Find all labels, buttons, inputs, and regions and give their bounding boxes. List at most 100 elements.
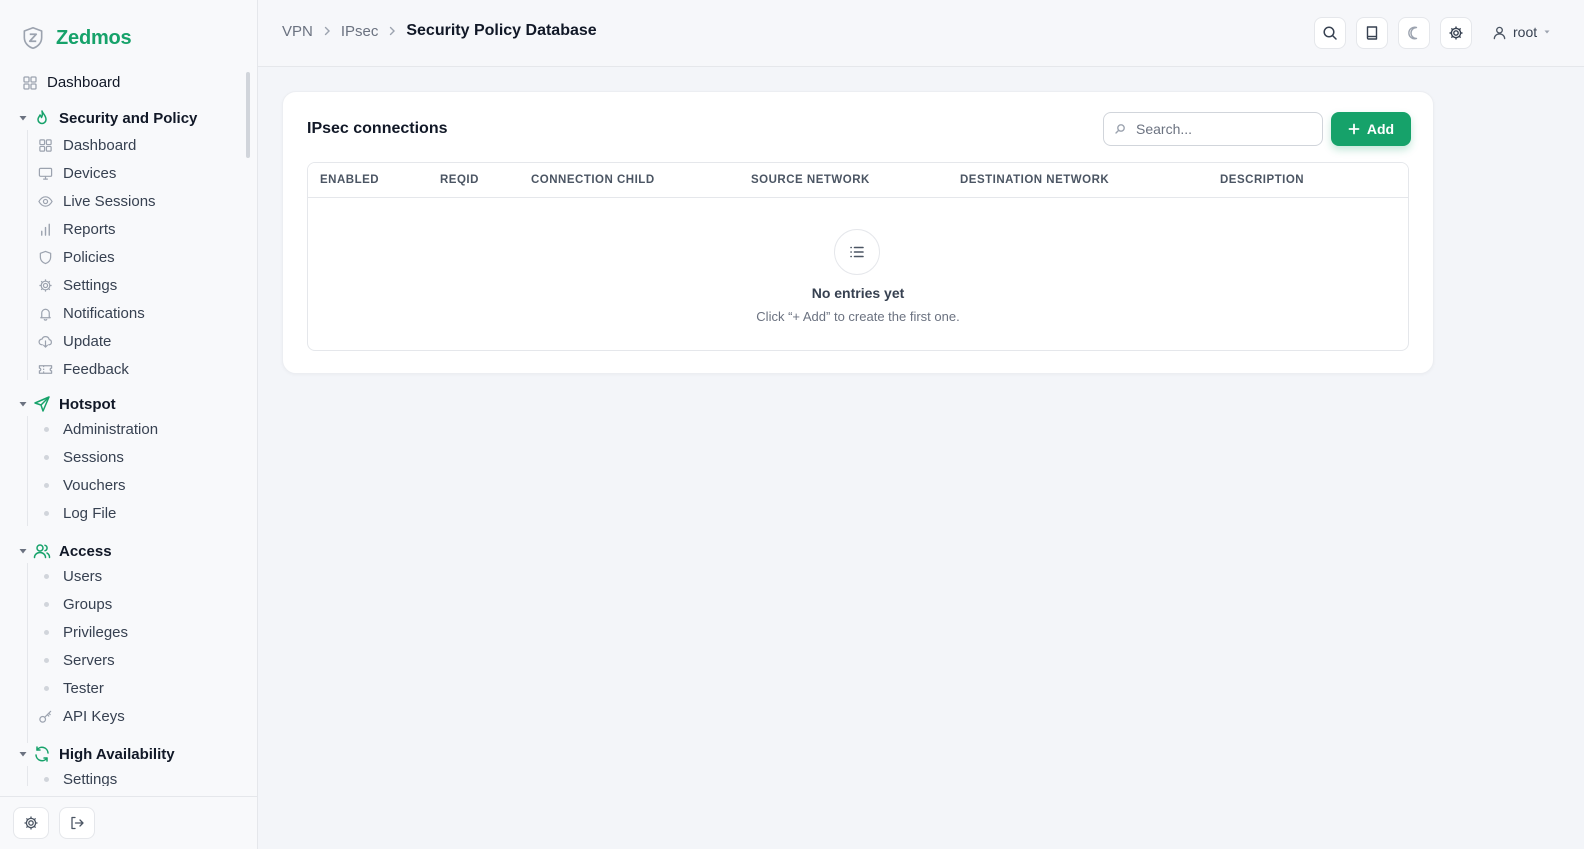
book-icon	[1364, 25, 1380, 41]
sidebar-item-label: Settings	[63, 771, 118, 786]
sidebar-item-feedback[interactable]: Feedback	[38, 361, 129, 378]
column-header-connection-child[interactable]: CONNECTION CHILD	[531, 174, 655, 186]
settings-button[interactable]	[1440, 17, 1472, 49]
logout-button[interactable]	[59, 807, 95, 839]
sidebar-item-reports[interactable]: Reports	[38, 221, 116, 238]
sidebar-group-label: Security and Policy	[59, 109, 198, 127]
sidebar-item-api-keys[interactable]: API Keys	[38, 708, 125, 725]
bar-chart-icon	[38, 222, 53, 237]
sidebar-item-privileges[interactable]: Privileges	[44, 624, 128, 641]
sidebar-item-label: Update	[63, 333, 112, 350]
flame-icon	[33, 109, 51, 127]
list-icon	[848, 243, 866, 261]
sidebar-item-vouchers[interactable]: Vouchers	[44, 477, 126, 494]
chevron-right-icon	[321, 25, 333, 37]
sidebar-item-administration[interactable]: Administration	[44, 421, 158, 438]
group-guide-line	[27, 563, 28, 743]
sidebar-nav: Dashboard Security and Policy Dashboard …	[0, 68, 252, 786]
moon-icon	[1406, 25, 1422, 41]
sidebar-item-settings[interactable]: Settings	[38, 277, 117, 294]
card-title: IPsec connections	[307, 120, 448, 137]
chevron-down-icon	[18, 546, 28, 556]
sidebar-group-high-availability[interactable]: High Availability	[18, 745, 175, 763]
sidebar-item-label: Reports	[63, 221, 116, 238]
sidebar-item-label: Groups	[63, 596, 113, 613]
chevron-right-icon	[386, 25, 398, 37]
sidebar-group-access[interactable]: Access	[18, 542, 112, 560]
footer-settings-button[interactable]	[13, 807, 49, 839]
grid-icon	[38, 138, 53, 153]
user-menu[interactable]: root	[1492, 24, 1551, 40]
sidebar-group-hotspot[interactable]: Hotspot	[18, 395, 116, 413]
sidebar-item-label: Privileges	[63, 624, 129, 641]
sidebar-item-users[interactable]: Users	[44, 568, 102, 585]
search-icon	[1322, 25, 1338, 41]
shield-z-icon	[20, 25, 46, 51]
sidebar-item-ha-settings[interactable]: Settings	[44, 771, 117, 786]
column-header-reqid[interactable]: REQID	[440, 174, 479, 186]
sidebar-item-label: Policies	[63, 249, 115, 266]
sidebar-item-label: Feedback	[63, 361, 129, 378]
sidebar-item-label: Sessions	[63, 449, 124, 466]
bullet-icon	[44, 602, 49, 607]
chevron-down-icon	[18, 113, 28, 123]
sidebar-group-label: Hotspot	[59, 395, 116, 413]
ipsec-connections-card: IPsec connections Add ENABLED REQID CONN…	[282, 91, 1434, 374]
column-header-source-network[interactable]: SOURCE NETWORK	[751, 174, 870, 186]
chevron-down-icon	[18, 749, 28, 759]
cloud-download-icon	[38, 334, 53, 349]
sidebar-item-log-file[interactable]: Log File	[44, 505, 116, 522]
bullet-icon	[44, 630, 49, 635]
sidebar-item-sp-dashboard[interactable]: Dashboard	[38, 137, 136, 154]
sidebar-item-label: Users	[63, 568, 103, 585]
bullet-icon	[44, 658, 49, 663]
sidebar-item-dashboard[interactable]: Dashboard	[22, 74, 120, 91]
sidebar-group-security-and-policy[interactable]: Security and Policy	[18, 109, 197, 127]
sidebar-item-label: Servers	[63, 652, 115, 669]
brand[interactable]: Zedmos	[20, 24, 132, 52]
group-guide-line	[27, 766, 28, 786]
sidebar-item-update[interactable]: Update	[38, 333, 111, 350]
brand-name: Zedmos	[56, 26, 132, 49]
gear-icon	[1448, 25, 1464, 41]
bullet-icon	[44, 686, 49, 691]
sidebar-item-label: Vouchers	[63, 477, 126, 494]
sidebar-footer	[0, 796, 258, 849]
search-input[interactable]	[1136, 121, 1316, 137]
add-button[interactable]: Add	[1331, 112, 1411, 146]
grid-icon	[22, 75, 38, 91]
breadcrumb-vpn[interactable]: VPN	[282, 23, 313, 40]
sidebar-item-groups[interactable]: Groups	[44, 596, 112, 613]
search-icon	[1114, 123, 1126, 135]
bullet-icon	[44, 777, 49, 782]
sidebar-item-notifications[interactable]: Notifications	[38, 305, 145, 322]
docs-button[interactable]	[1356, 17, 1388, 49]
plus-icon	[1348, 123, 1360, 135]
column-header-enabled[interactable]: ENABLED	[320, 174, 379, 186]
sidebar-item-tester[interactable]: Tester	[44, 680, 104, 697]
sidebar-item-live-sessions[interactable]: Live Sessions	[38, 193, 156, 210]
sidebar-item-servers[interactable]: Servers	[44, 652, 115, 669]
sidebar: Zedmos Dashboard Security and Policy Das…	[0, 0, 258, 849]
sidebar-item-label: Log File	[63, 505, 117, 522]
user-icon	[1492, 25, 1507, 40]
table-header: ENABLED REQID CONNECTION CHILD SOURCE NE…	[308, 163, 1408, 198]
monitor-icon	[38, 166, 53, 181]
sidebar-item-label: Tester	[63, 680, 104, 697]
refresh-icon	[33, 745, 51, 763]
column-header-description[interactable]: DESCRIPTION	[1220, 174, 1304, 186]
search-box[interactable]	[1103, 112, 1323, 146]
send-icon	[33, 395, 51, 413]
sidebar-item-policies[interactable]: Policies	[38, 249, 115, 266]
empty-state-title: No entries yet	[811, 285, 905, 301]
breadcrumb-ipsec[interactable]: IPsec	[341, 23, 379, 40]
sidebar-item-devices[interactable]: Devices	[38, 165, 116, 182]
column-header-destination-network[interactable]: DESTINATION NETWORK	[960, 174, 1109, 186]
sidebar-item-sessions[interactable]: Sessions	[44, 449, 124, 466]
sidebar-item-label: Dashboard	[47, 74, 121, 91]
sidebar-item-label: Settings	[63, 277, 118, 294]
sidebar-item-label: Devices	[63, 165, 117, 182]
sidebar-item-label: Notifications	[63, 305, 145, 322]
theme-toggle-button[interactable]	[1398, 17, 1430, 49]
search-button[interactable]	[1314, 17, 1346, 49]
